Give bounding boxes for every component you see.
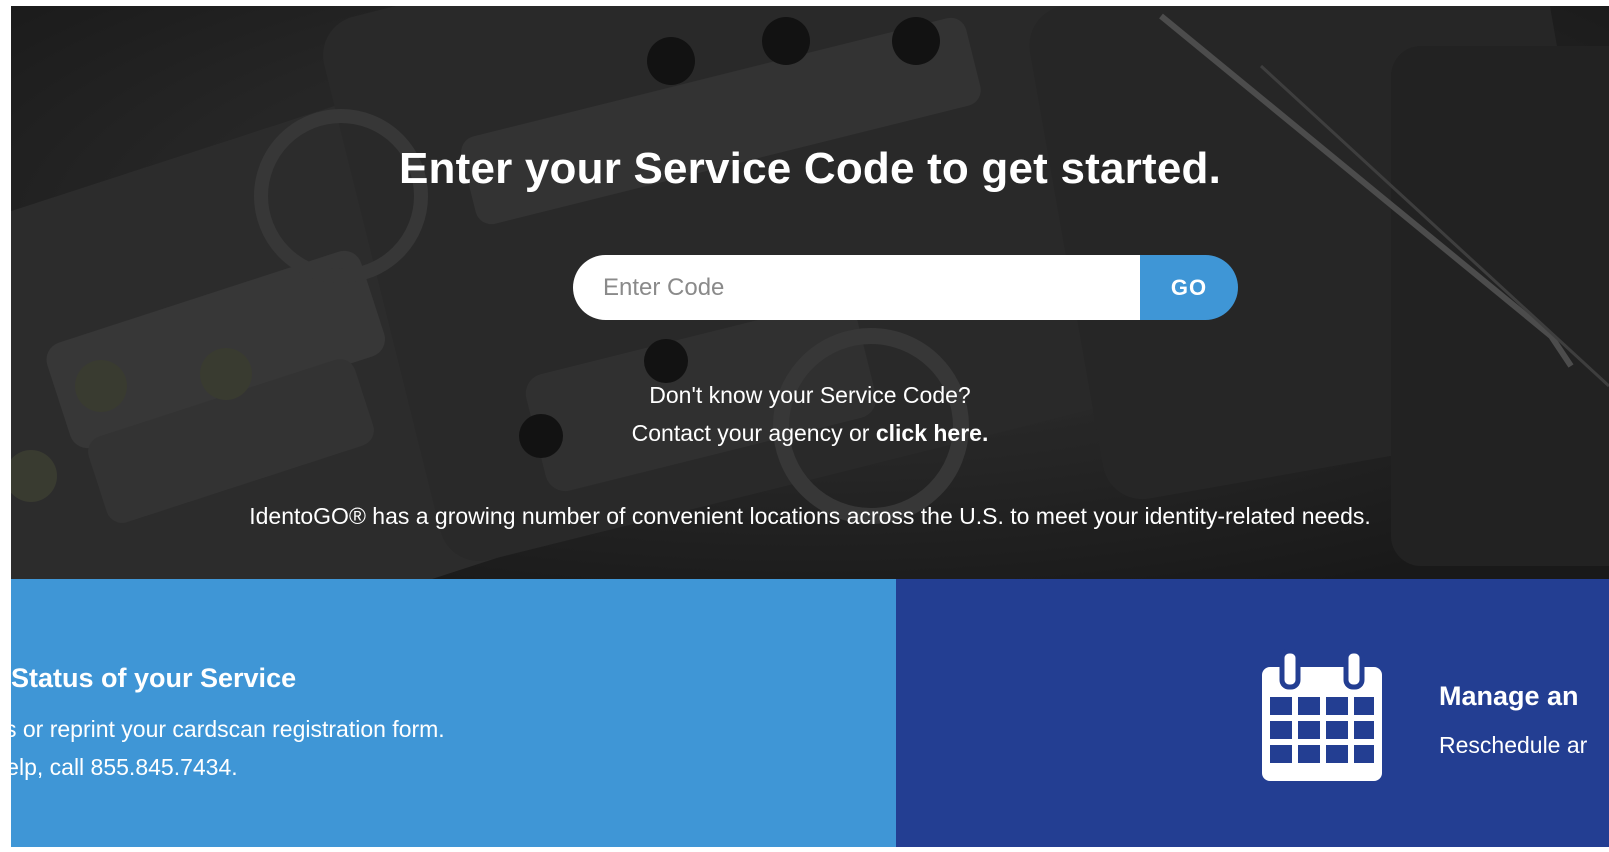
manage-panel-description: Reschedule ar (1439, 732, 1588, 758)
status-panel-description: atus or reprint your cardscan registrati… (11, 716, 445, 742)
page-title: Enter your Service Code to get started. (398, 144, 1221, 193)
locations-description: IdentoGO® has a growing number of conven… (249, 503, 1371, 529)
hero-banner: Enter your Service Code to get started. … (11, 6, 1609, 579)
page: Enter your Service Code to get started. … (0, 0, 1609, 852)
click-here-link[interactable]: click here. (876, 420, 989, 446)
status-panel-title: Status of your Service (11, 663, 297, 693)
service-code-form: GO (573, 255, 1238, 320)
help-contact-line: Contact your agency or click here. (11, 414, 1609, 452)
help-contact-text: Contact your agency or (631, 420, 876, 446)
service-code-help: Don't know your Service Code? Contact yo… (11, 376, 1609, 452)
status-panel[interactable]: Status of your Service atus or reprint y… (11, 579, 896, 847)
service-code-input[interactable] (573, 255, 1140, 320)
manage-panel-title: Manage an (1439, 681, 1579, 711)
go-button[interactable]: GO (1140, 255, 1238, 320)
status-panel-phone: help, call 855.845.7434. (11, 754, 238, 780)
calendar-icon (1262, 649, 1382, 781)
help-question: Don't know your Service Code? (649, 382, 971, 408)
manage-appointment-panel[interactable]: Manage an Reschedule ar (896, 579, 1609, 847)
